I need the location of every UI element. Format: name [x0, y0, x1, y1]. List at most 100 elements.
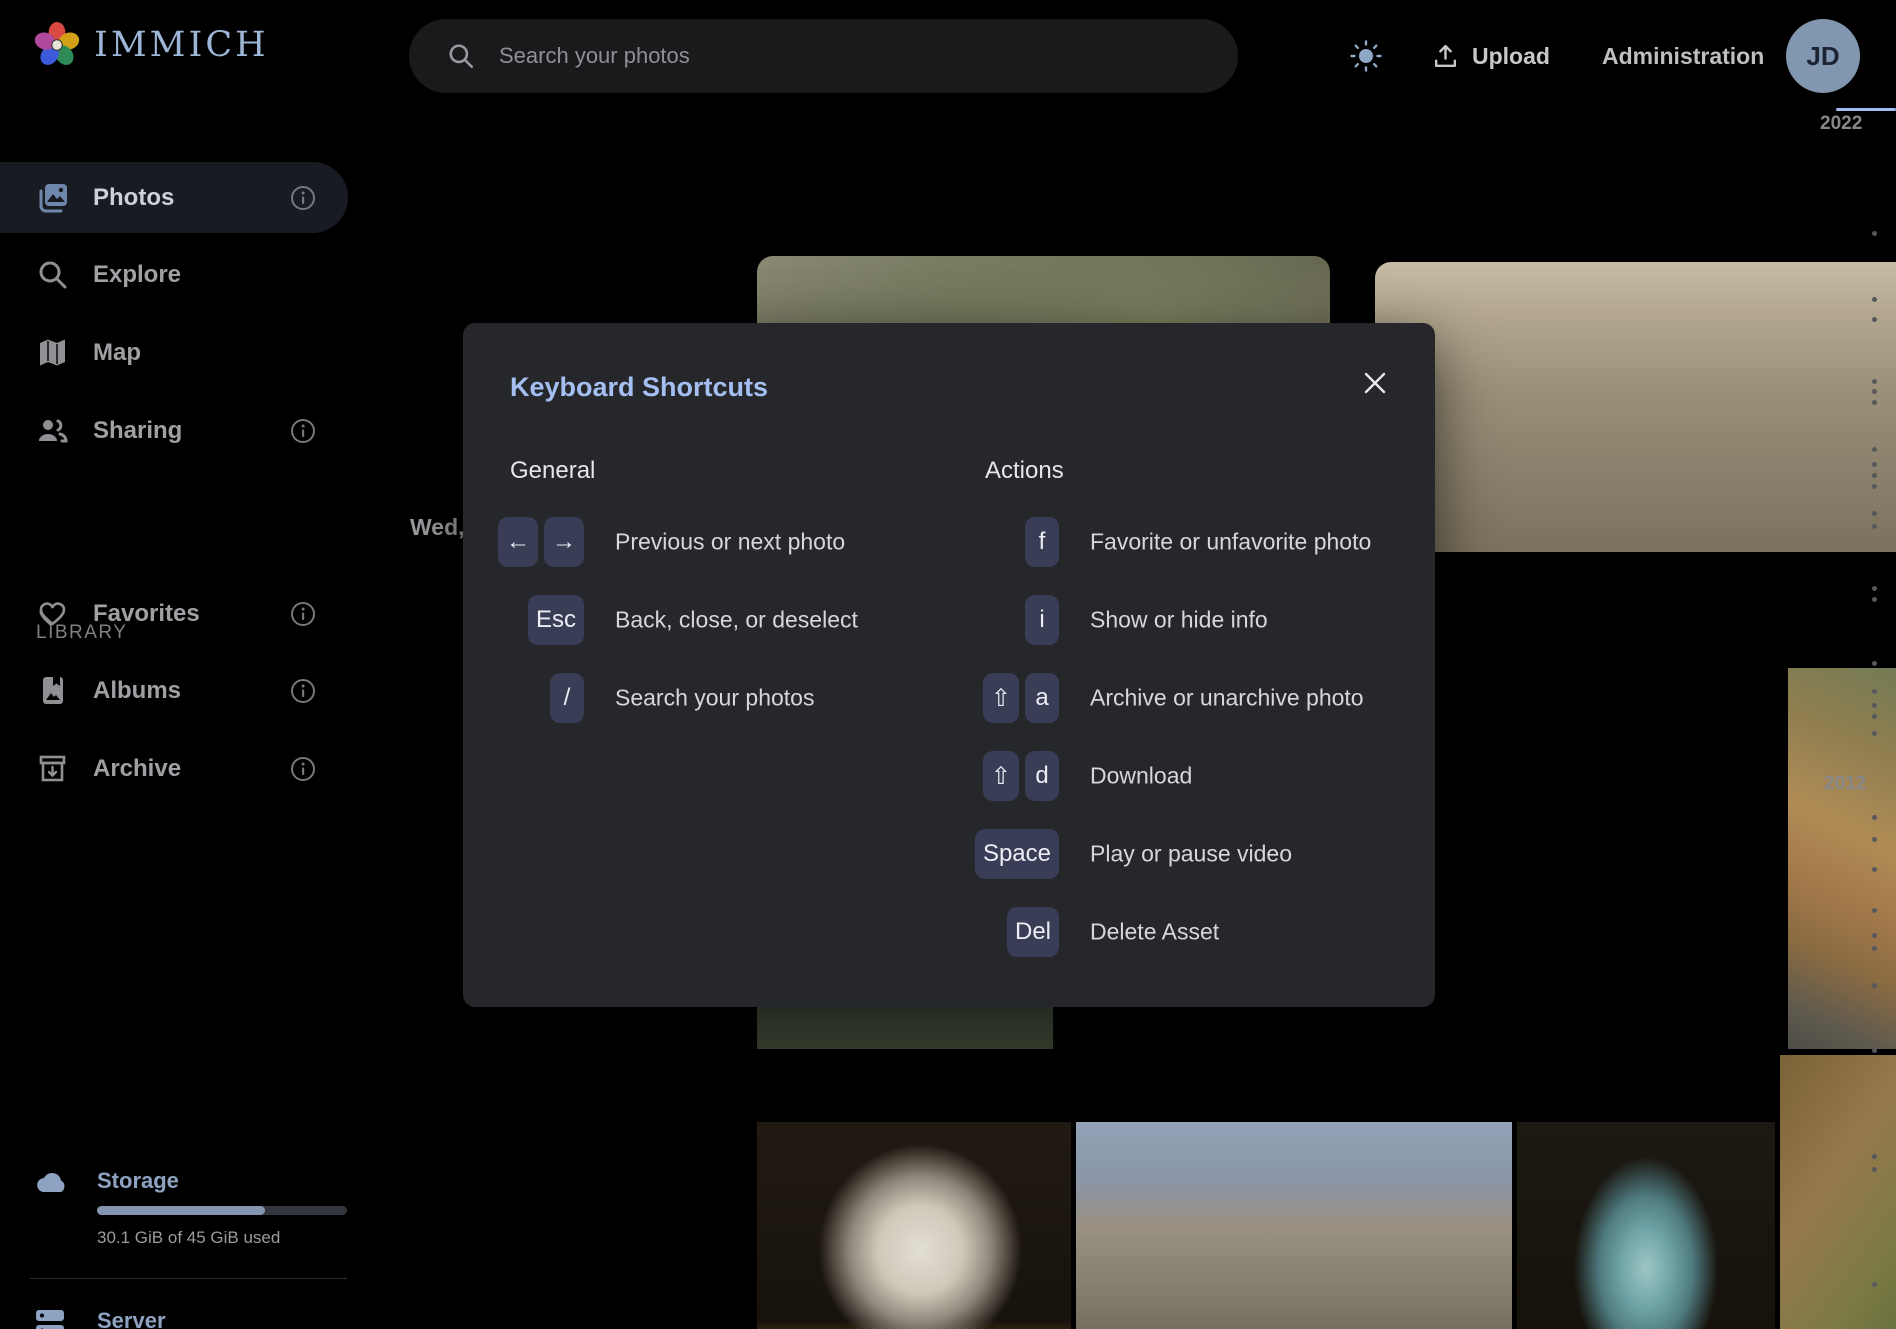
- shortcut-column-actions: f Favorite or unfavorite photo i Show or…: [938, 503, 1435, 971]
- sidebar-item-label: Explore: [93, 261, 181, 289]
- shortcut-row: Space Play or pause video: [938, 815, 1435, 893]
- shortcut-column-heading: General: [510, 457, 595, 485]
- key-arrow-right: →: [544, 517, 584, 567]
- key-slash: /: [550, 673, 584, 723]
- key-arrow-left: ←: [498, 517, 538, 567]
- shortcut-row: Del Delete Asset: [938, 893, 1435, 971]
- sidebar: Photos Explore Map: [0, 112, 348, 1329]
- close-button[interactable]: [1360, 368, 1390, 398]
- photo-thumbnail[interactable]: [757, 1122, 1071, 1329]
- shortcut-description: Play or pause video: [1090, 841, 1292, 868]
- shortcut-description: Delete Asset: [1090, 919, 1219, 946]
- people-icon: [36, 414, 69, 447]
- albums-icon: [36, 674, 69, 707]
- administration-label: Administration: [1602, 43, 1764, 70]
- key-del: Del: [1007, 907, 1059, 957]
- storage-title: Storage: [97, 1168, 179, 1194]
- app-name: IMMICH: [94, 25, 269, 65]
- shortcut-description: Back, close, or deselect: [615, 607, 858, 634]
- sidebar-item-albums[interactable]: Albums: [0, 655, 348, 726]
- shortcut-column-heading: Actions: [985, 457, 1064, 485]
- key-space: Space: [975, 829, 1059, 879]
- photo-thumbnail[interactable]: [1517, 1122, 1775, 1329]
- map-icon: [36, 336, 69, 369]
- server-icon: [34, 1306, 66, 1329]
- key-a: a: [1025, 673, 1059, 723]
- shortcut-row: ⇧ d Download: [938, 737, 1435, 815]
- memory-card-2[interactable]: [1375, 262, 1896, 552]
- sun-icon: [1350, 40, 1382, 72]
- upload-label: Upload: [1472, 43, 1550, 70]
- sidebar-item-favorites[interactable]: Favorites: [0, 578, 348, 649]
- shortcut-description: Search your photos: [615, 685, 814, 712]
- keyboard-shortcuts-modal: Keyboard Shortcuts General Actions ← → P…: [463, 323, 1435, 1007]
- sidebar-item-map[interactable]: Map: [0, 317, 348, 388]
- sidebar-item-label: Albums: [93, 677, 181, 705]
- info-icon[interactable]: [290, 601, 316, 627]
- app-logo[interactable]: IMMICH: [34, 22, 269, 68]
- sidebar-divider: [30, 1278, 347, 1279]
- shortcut-description: Archive or unarchive photo: [1090, 685, 1364, 712]
- photo-thumbnail[interactable]: [1788, 668, 1896, 1049]
- info-icon[interactable]: [290, 678, 316, 704]
- key-shift: ⇧: [983, 751, 1019, 801]
- key-f: f: [1025, 517, 1059, 567]
- sidebar-item-explore[interactable]: Explore: [0, 239, 348, 310]
- search-bar[interactable]: [409, 19, 1238, 93]
- shortcut-row: i Show or hide info: [938, 581, 1435, 659]
- search-icon: [447, 42, 475, 70]
- shortcut-row: f Favorite or unfavorite photo: [938, 503, 1435, 581]
- user-avatar[interactable]: JD: [1786, 19, 1860, 93]
- cloud-icon: [32, 1164, 72, 1204]
- shortcut-description: Show or hide info: [1090, 607, 1268, 634]
- modal-title: Keyboard Shortcuts: [510, 372, 768, 403]
- heart-icon: [36, 597, 69, 630]
- sidebar-item-label: Photos: [93, 184, 174, 212]
- shortcut-row: Esc Back, close, or deselect: [463, 581, 926, 659]
- server-title: Server: [97, 1308, 166, 1329]
- shortcut-row: / Search your photos: [463, 659, 926, 737]
- shortcut-row: ← → Previous or next photo: [463, 503, 926, 581]
- shortcut-description: Download: [1090, 763, 1192, 790]
- photo-thumbnail[interactable]: [1076, 1122, 1512, 1329]
- key-shift: ⇧: [983, 673, 1019, 723]
- storage-progress-fill: [97, 1206, 265, 1215]
- immich-flower-icon: [34, 22, 80, 68]
- sidebar-item-label: Map: [93, 339, 141, 367]
- storage-progress-track: [97, 1206, 347, 1215]
- immich-app: 5 y 9 years si Wed, 2022 2012: [0, 0, 1896, 1329]
- timeline-year-label: 2022: [1820, 113, 1862, 135]
- sidebar-item-photos[interactable]: Photos: [0, 162, 348, 233]
- shortcut-description: Favorite or unfavorite photo: [1090, 529, 1371, 556]
- top-bar: IMMICH: [0, 0, 1896, 112]
- info-icon[interactable]: [290, 418, 316, 444]
- archive-icon: [36, 752, 69, 785]
- theme-toggle-button[interactable]: [1340, 30, 1392, 82]
- sidebar-item-sharing[interactable]: Sharing: [0, 395, 348, 466]
- photo-thumbnail[interactable]: [1780, 1055, 1896, 1329]
- sidebar-item-label: Archive: [93, 755, 181, 783]
- key-esc: Esc: [528, 595, 584, 645]
- date-group-header: Wed,: [410, 514, 465, 541]
- shortcut-row: ⇧ a Archive or unarchive photo: [938, 659, 1435, 737]
- key-i: i: [1025, 595, 1059, 645]
- upload-button[interactable]: Upload: [1432, 30, 1550, 82]
- upload-icon: [1432, 43, 1459, 70]
- scrubber-position-line: [1836, 108, 1896, 111]
- key-d: d: [1025, 751, 1059, 801]
- timeline-year-label: 2012: [1824, 773, 1866, 795]
- shortcut-description: Previous or next photo: [615, 529, 845, 556]
- search-icon: [36, 258, 69, 291]
- info-icon[interactable]: [290, 756, 316, 782]
- close-icon: [1362, 370, 1388, 396]
- avatar-initials: JD: [1806, 41, 1839, 72]
- sidebar-item-archive[interactable]: Archive: [0, 733, 348, 804]
- administration-button[interactable]: Administration: [1602, 30, 1764, 82]
- sidebar-item-label: Favorites: [93, 600, 200, 628]
- shortcut-column-general: ← → Previous or next photo Esc Back, clo…: [463, 503, 926, 737]
- photos-icon: [36, 181, 69, 214]
- info-icon[interactable]: [290, 185, 316, 211]
- sidebar-item-label: Sharing: [93, 417, 182, 445]
- storage-usage-text: 30.1 GiB of 45 GiB used: [97, 1228, 280, 1248]
- search-input[interactable]: [497, 42, 1141, 70]
